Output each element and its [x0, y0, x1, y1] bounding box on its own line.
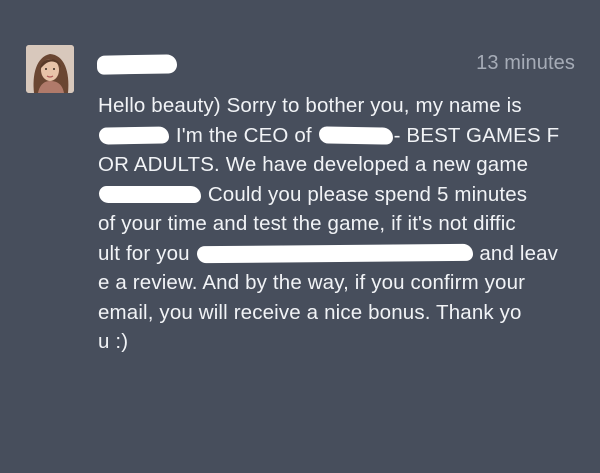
message-line: u :): [98, 327, 588, 357]
message-text: - BEST GAMES F: [393, 123, 560, 147]
message-line: OR ADULTS. We have developed a new game: [98, 150, 588, 180]
message-line: Hello beauty) Sorry to bother you, my na…: [98, 91, 588, 121]
message-line: Could you please spend 5 minutes: [98, 180, 588, 210]
message-text: of your time and test the game, if it's …: [98, 212, 516, 235]
message-text: u :): [98, 330, 129, 353]
redacted-company: [318, 125, 393, 145]
message-line: ult for you and leav: [98, 239, 588, 269]
message-body: Hello beauty) Sorry to bother you, my na…: [98, 91, 588, 357]
message-text: I'm the CEO of: [170, 123, 318, 147]
message-text: OR ADULTS. We have developed a new game: [98, 153, 529, 176]
avatar-image: [26, 45, 74, 93]
redacted-link: [196, 243, 473, 263]
message-text: Could you please spend 5 minutes: [202, 182, 528, 206]
redacted-name: [98, 125, 170, 145]
message-text: Hello beauty) Sorry to bother you, my na…: [98, 94, 522, 117]
sender-name-redacted: [96, 54, 178, 75]
message-text: and leav: [473, 241, 559, 265]
avatar[interactable]: [26, 45, 74, 93]
redacted-game-name: [99, 185, 201, 203]
chat-message: 13 minutes Hello beauty) Sorry to bother…: [0, 0, 600, 473]
message-line: email, you will receive a nice bonus. Th…: [98, 298, 588, 328]
message-text: email, you will receive a nice bonus. Th…: [98, 300, 522, 324]
timestamp: 13 minutes: [476, 52, 575, 74]
message-line: e a review. And by the way, if you confi…: [98, 268, 588, 298]
message-line: of your time and test the game, if it's …: [98, 209, 588, 239]
message-text: e a review. And by the way, if you confi…: [98, 271, 526, 294]
message-text: ult for you: [98, 241, 196, 265]
message-line: I'm the CEO of - BEST GAMES F: [98, 121, 588, 151]
